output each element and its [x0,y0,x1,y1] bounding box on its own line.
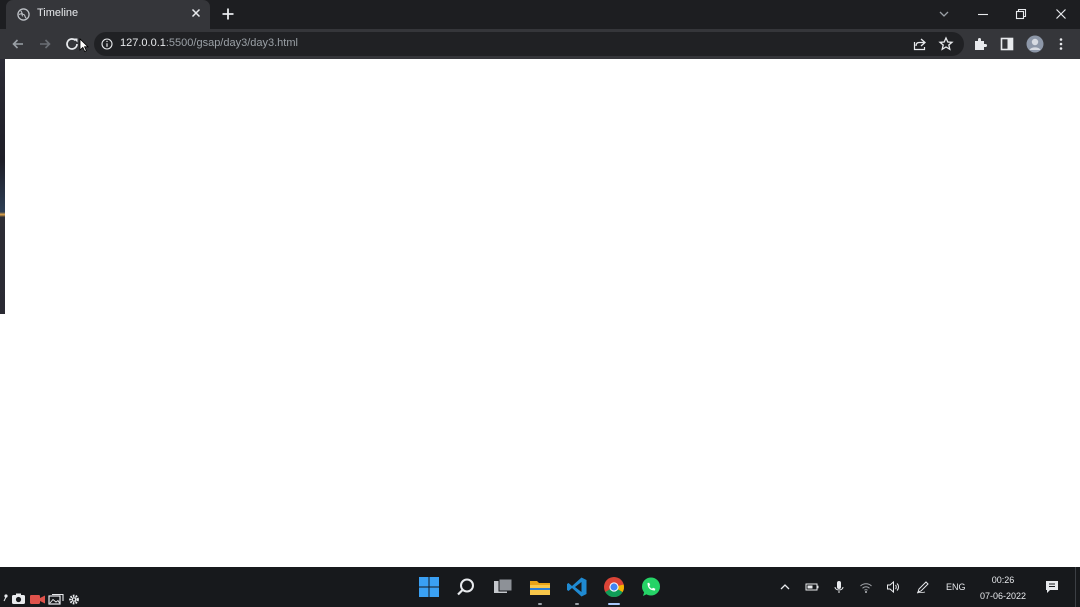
clock-date: 07-06-2022 [979,591,1027,601]
browser-tab[interactable]: Timeline [6,0,210,29]
file-explorer-icon[interactable] [529,576,551,598]
video-record-icon[interactable] [30,595,45,604]
url-text[interactable]: 127.0.0.1:5500/gsap/day3/day3.html [120,37,298,49]
address-bar[interactable]: 127.0.0.1:5500/gsap/day3/day3.html [94,32,964,56]
forward-icon[interactable] [37,36,53,52]
file-explorer-running-indicator [538,603,542,605]
share-icon[interactable] [912,36,928,52]
browser-toolbar: 127.0.0.1:5500/gsap/day3/day3.html [0,29,1080,59]
pin-icon[interactable] [3,594,8,602]
mouse-cursor-icon [79,38,89,52]
site-info-icon[interactable] [101,38,113,50]
side-panel-icon[interactable] [999,36,1015,52]
tab-search-chevron-icon[interactable] [935,5,953,23]
vscode-icon[interactable] [566,576,588,598]
windows-start-icon[interactable] [418,576,440,598]
minimize-icon[interactable] [974,5,992,23]
search-icon[interactable] [455,576,477,598]
vscode-running-indicator [575,603,579,605]
microphone-icon[interactable] [832,580,846,594]
restore-icon[interactable] [1012,5,1030,23]
close-window-icon[interactable] [1052,5,1070,23]
task-view-icon[interactable] [492,576,514,598]
taskbar-clock[interactable]: 00:26 07-06-2022 [972,572,1034,604]
extensions-icon[interactable] [972,36,988,52]
settings-gear-icon[interactable] [69,594,79,605]
volume-icon[interactable] [886,580,900,594]
notification-center-icon[interactable] [1044,579,1060,595]
menu-kebab-icon[interactable] [1053,36,1069,52]
profile-avatar-icon[interactable] [1026,35,1044,53]
url-path: :5500/gsap/day3/day3.html [165,37,298,49]
camera-icon[interactable] [12,593,25,605]
page-viewport[interactable] [0,59,1080,567]
wifi-icon[interactable] [859,580,873,594]
chrome-active-indicator [608,603,620,605]
globe-icon [17,8,30,21]
background-window-edge [0,59,5,314]
new-tab-icon[interactable] [220,6,236,22]
input-language-indicator[interactable]: ENG [946,582,966,592]
pen-workspace-icon[interactable] [916,580,930,594]
browser-titlebar: Timeline [0,0,1080,29]
url-host: 127.0.0.1 [120,37,166,49]
battery-icon[interactable] [805,580,819,594]
windows-taskbar: ENG 00:26 07-06-2022 [0,567,1080,607]
gallery-icon[interactable] [48,593,64,605]
back-icon[interactable] [10,36,26,52]
recorder-toolbar [3,593,79,605]
whatsapp-icon[interactable] [640,576,662,598]
clock-time: 00:26 [991,575,1015,585]
show-desktop-button[interactable] [1075,567,1076,607]
bookmark-star-icon[interactable] [938,36,954,52]
chrome-icon[interactable] [603,576,625,598]
reload-icon[interactable] [64,36,80,52]
close-tab-icon[interactable] [190,7,202,19]
tray-overflow-chevron-icon[interactable] [778,580,792,594]
tab-title: Timeline [37,7,79,19]
